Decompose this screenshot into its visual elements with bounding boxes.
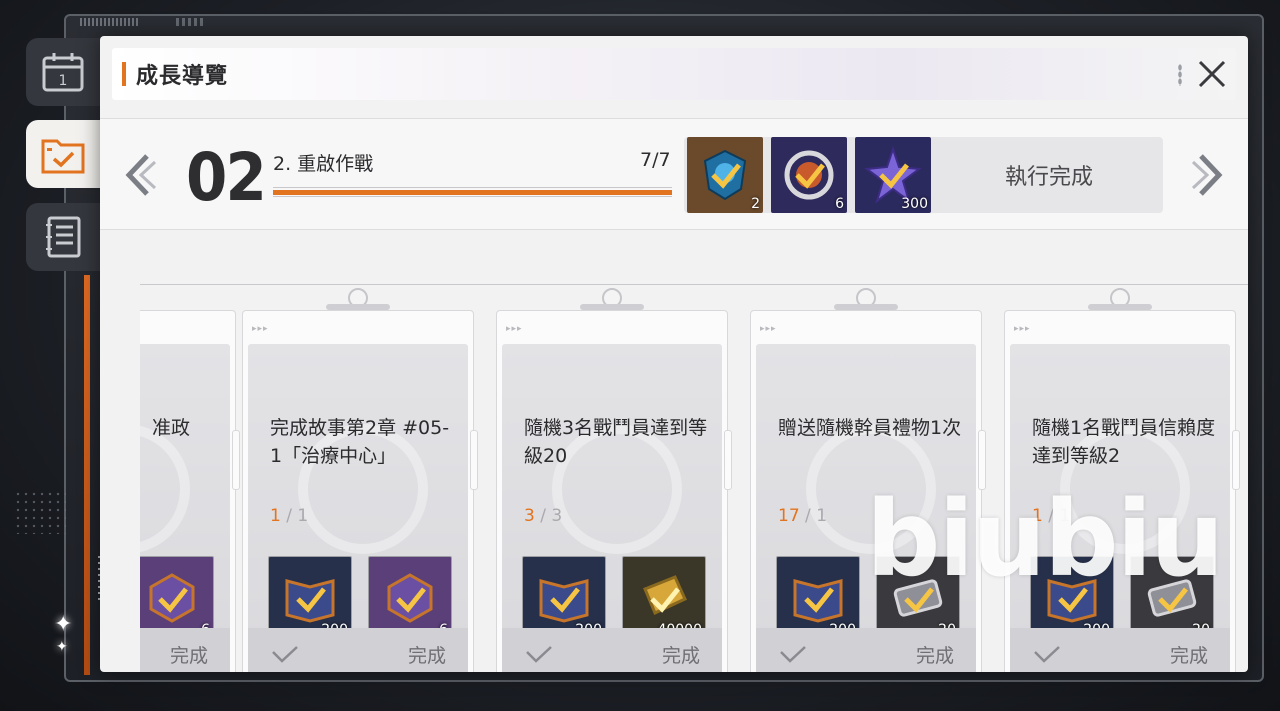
card-footer: 完成 <box>1010 628 1230 672</box>
task-card: ▸▸▸ 隨機3名戰鬥員達到等級20 3 / 3 200 <box>496 288 732 672</box>
card-footer: 完成 <box>756 628 976 672</box>
card-arrows-decoration: ▸▸▸ <box>1014 324 1031 334</box>
badge-shield-icon <box>703 149 747 201</box>
task-count: 3 / 3 <box>524 506 563 526</box>
stage-name: 2. 重啟作戰 <box>273 153 374 175</box>
prev-stage-button[interactable] <box>120 145 160 205</box>
task-description: 贈送隨機幹員禮物1次 <box>778 417 962 439</box>
header-accent-bar <box>122 62 126 86</box>
card-footer: 完成 <box>248 628 468 672</box>
card-clip <box>1088 288 1152 318</box>
book-icon <box>285 579 335 623</box>
card-status-label: 完成 <box>1169 644 1208 667</box>
stage-reward-box: 2 6 300 執行完成 <box>684 137 1163 213</box>
chevron-left-icon <box>125 154 157 196</box>
stage-progress-bar <box>273 187 672 197</box>
orange-rail <box>84 275 90 675</box>
stage-reward-item[interactable]: 2 <box>687 137 763 213</box>
task-cards-area: 准政 6 完成 <box>140 258 1248 672</box>
page-title: 成長導覽 <box>136 64 229 89</box>
card-side-tab <box>232 430 240 490</box>
chevron-right-icon <box>1191 154 1223 196</box>
book-icon <box>539 579 589 623</box>
medal-box-icon <box>387 573 433 623</box>
task-description: 隨機3名戰鬥員達到等級20 <box>524 417 708 467</box>
task-description: 准政 <box>152 417 191 439</box>
task-card: ▸▸▸ 完成故事第2章 #05-1「治療中心」 1 / 1 200 <box>242 288 478 672</box>
tab-calendar[interactable]: 1 <box>26 38 100 106</box>
card-arrows-decoration: ▸▸▸ <box>252 324 269 334</box>
card-side-tab <box>724 430 732 490</box>
task-count-current: 17 <box>778 506 800 526</box>
card-footer: 完成 <box>502 628 722 672</box>
card-clip <box>834 288 898 318</box>
check-icon <box>526 646 552 663</box>
folder-check-icon <box>41 139 85 174</box>
tab-notes[interactable] <box>26 203 100 271</box>
card-clip <box>326 288 390 318</box>
task-count-current: 3 <box>524 506 535 526</box>
reward-quantity: 6 <box>835 196 844 212</box>
card-footer: 完成 <box>140 628 230 672</box>
tab-growth-guide[interactable] <box>26 120 100 188</box>
task-count-current: 1 <box>270 506 281 526</box>
task-card: 准政 6 完成 <box>140 310 240 672</box>
task-description: 完成故事第2章 #05-1「治療中心」 <box>270 417 450 467</box>
task-description: 隨機1名戰鬥員信賴度達到等級2 <box>1032 417 1216 467</box>
close-button[interactable] <box>1194 56 1230 92</box>
task-count-total: 1 <box>297 506 309 526</box>
dot-grid-decoration <box>14 490 66 534</box>
calendar-icon: 1 <box>42 53 84 92</box>
book-icon <box>793 579 843 623</box>
task-count: 1 / 1 <box>270 506 309 526</box>
close-icon <box>1198 60 1226 88</box>
card-side-tab <box>1232 430 1240 490</box>
card-status-label: 完成 <box>407 644 446 667</box>
card-emblem <box>140 424 190 554</box>
sparkle-icon: ✦ <box>56 639 68 655</box>
stage-progress-fill <box>273 190 672 195</box>
task-count-total: 1 <box>816 506 828 526</box>
notebook-icon <box>46 216 81 258</box>
card-body: 完成故事第2章 #05-1「治療中心」 1 / 1 200 <box>248 344 468 672</box>
svg-text:1: 1 <box>59 73 68 89</box>
frame-barcode-2 <box>176 18 206 26</box>
gear-medal-icon <box>784 150 834 200</box>
stage-bar: 02 2. 重啟作戰 7/7 2 6 300 執行完成 <box>100 118 1248 230</box>
card-status-label: 完成 <box>169 644 208 667</box>
check-icon <box>1034 646 1060 663</box>
medal-box-icon <box>149 573 195 623</box>
reward-quantity: 300 <box>901 196 928 212</box>
stage-progress-text: 7/7 <box>640 149 671 171</box>
panel-header: 成長導覽 <box>112 48 1236 100</box>
card-body: 隨機3名戰鬥員達到等級20 3 / 3 200 <box>502 344 722 672</box>
card-body: 准政 6 完成 <box>140 344 230 672</box>
stage-number: 02 <box>186 139 267 216</box>
card-arrows-decoration: ▸▸▸ <box>760 324 777 334</box>
next-stage-button[interactable] <box>1188 145 1228 205</box>
stage-reward-item[interactable]: 6 <box>771 137 847 213</box>
card-clip <box>580 288 644 318</box>
task-count-total: 3 <box>551 506 563 526</box>
card-status-label: 完成 <box>661 644 700 667</box>
card-arrows-decoration: ▸▸▸ <box>506 324 523 334</box>
frame-barcode <box>80 18 140 26</box>
stage-complete-button[interactable]: 執行完成 <box>936 137 1162 213</box>
card-side-tab <box>470 430 478 490</box>
card-rail-line <box>140 284 1248 285</box>
watermark-text: biubiu <box>866 478 1224 600</box>
stage-reward-item[interactable]: 300 <box>855 137 931 213</box>
sparkle-icon: ✦ <box>54 612 73 637</box>
check-icon <box>780 646 806 663</box>
reward-quantity: 2 <box>751 196 760 212</box>
gold-bar-icon <box>643 575 687 616</box>
more-dots-icon <box>1178 64 1182 86</box>
task-count: 17 / 1 <box>778 506 828 526</box>
card-status-label: 完成 <box>915 644 954 667</box>
check-icon <box>272 646 298 663</box>
